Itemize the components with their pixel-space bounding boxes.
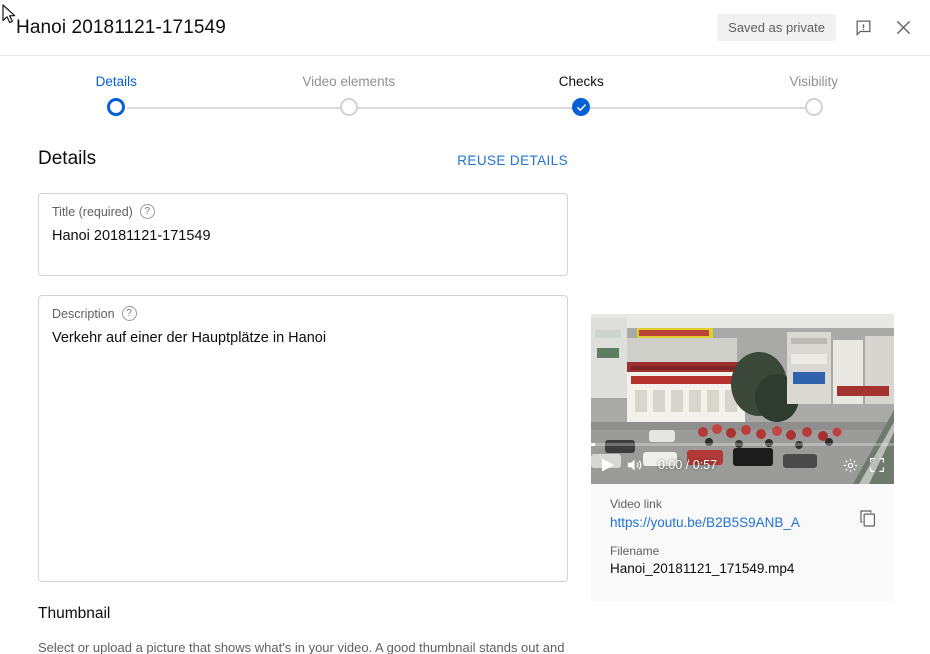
step-dot-checks[interactable]: [572, 98, 591, 116]
filename-label: Filename: [610, 544, 660, 558]
filename-value: Hanoi_20181121_171549.mp4: [610, 561, 795, 576]
description-label: Description: [52, 306, 115, 321]
step-label-video-elements[interactable]: Video elements: [233, 74, 466, 89]
stepper-labels: Details Video elements Checks Visibility: [0, 74, 930, 89]
upload-stepper: Details Video elements Checks Visibility: [0, 56, 930, 120]
title-label-row: Title (required) ?: [52, 204, 554, 219]
help-icon[interactable]: ?: [139, 204, 155, 219]
status-badge: Saved as private: [717, 14, 836, 41]
gear-icon[interactable]: [842, 457, 859, 474]
play-icon[interactable]: [600, 457, 616, 473]
description-label-row: Description ?: [52, 306, 554, 321]
details-heading: Details: [38, 148, 97, 169]
header-actions: Saved as private: [717, 14, 916, 41]
help-icon[interactable]: ?: [121, 306, 137, 321]
page-title: Hanoi 20181121-171549: [16, 16, 226, 38]
title-input[interactable]: Title (required) ? Hanoi 20181121-171549: [38, 193, 568, 276]
details-section-header: Details REUSE DETAILS: [38, 148, 568, 170]
step-label-details[interactable]: Details: [0, 74, 233, 89]
copy-icon[interactable]: [856, 506, 880, 530]
feedback-icon[interactable]: [850, 15, 876, 41]
fullscreen-icon[interactable]: [869, 457, 885, 473]
stepper-dots: [0, 98, 930, 116]
title-label: Title (required): [52, 204, 133, 219]
video-meta-panel: Video link https://youtu.be/B2B5S9ANB_A …: [591, 484, 894, 601]
step-dot-video-elements[interactable]: [339, 98, 358, 116]
video-link[interactable]: https://youtu.be/B2B5S9ANB_A: [610, 515, 878, 530]
video-player[interactable]: 0:00 / 0:57: [591, 314, 894, 484]
video-controls: 0:00 / 0:57: [591, 446, 894, 484]
title-value: Hanoi 20181121-171549: [52, 228, 211, 244]
step-label-checks[interactable]: Checks: [465, 74, 698, 89]
video-time: 0:00 / 0:57: [658, 458, 718, 472]
close-icon[interactable]: [890, 15, 916, 41]
description-input[interactable]: Description ? Verkehr auf einer der Haup…: [38, 295, 568, 582]
thumbnail-description: Select or upload a picture that shows wh…: [38, 638, 566, 654]
dialog-body: Details REUSE DETAILS Title (required) ?…: [0, 120, 930, 654]
step-dot-visibility[interactable]: [804, 98, 823, 116]
description-value: Verkehr auf einer der Hauptplätze in Han…: [52, 330, 327, 346]
step-dot-details[interactable]: [107, 98, 126, 116]
video-preview-panel: 0:00 / 0:57 Video link https://youtu.be/…: [591, 314, 894, 601]
upload-details-dialog: Hanoi 20181121-171549 Saved as private D…: [0, 0, 930, 654]
thumbnail-description-text: Select or upload a picture that shows wh…: [38, 640, 565, 654]
thumbnail-heading: Thumbnail: [38, 605, 111, 622]
video-link-label: Video link: [610, 497, 662, 511]
volume-icon[interactable]: [626, 457, 644, 473]
reuse-details-button[interactable]: REUSE DETAILS: [457, 153, 568, 170]
step-label-visibility[interactable]: Visibility: [698, 74, 930, 89]
dialog-header: Hanoi 20181121-171549 Saved as private: [0, 0, 930, 56]
